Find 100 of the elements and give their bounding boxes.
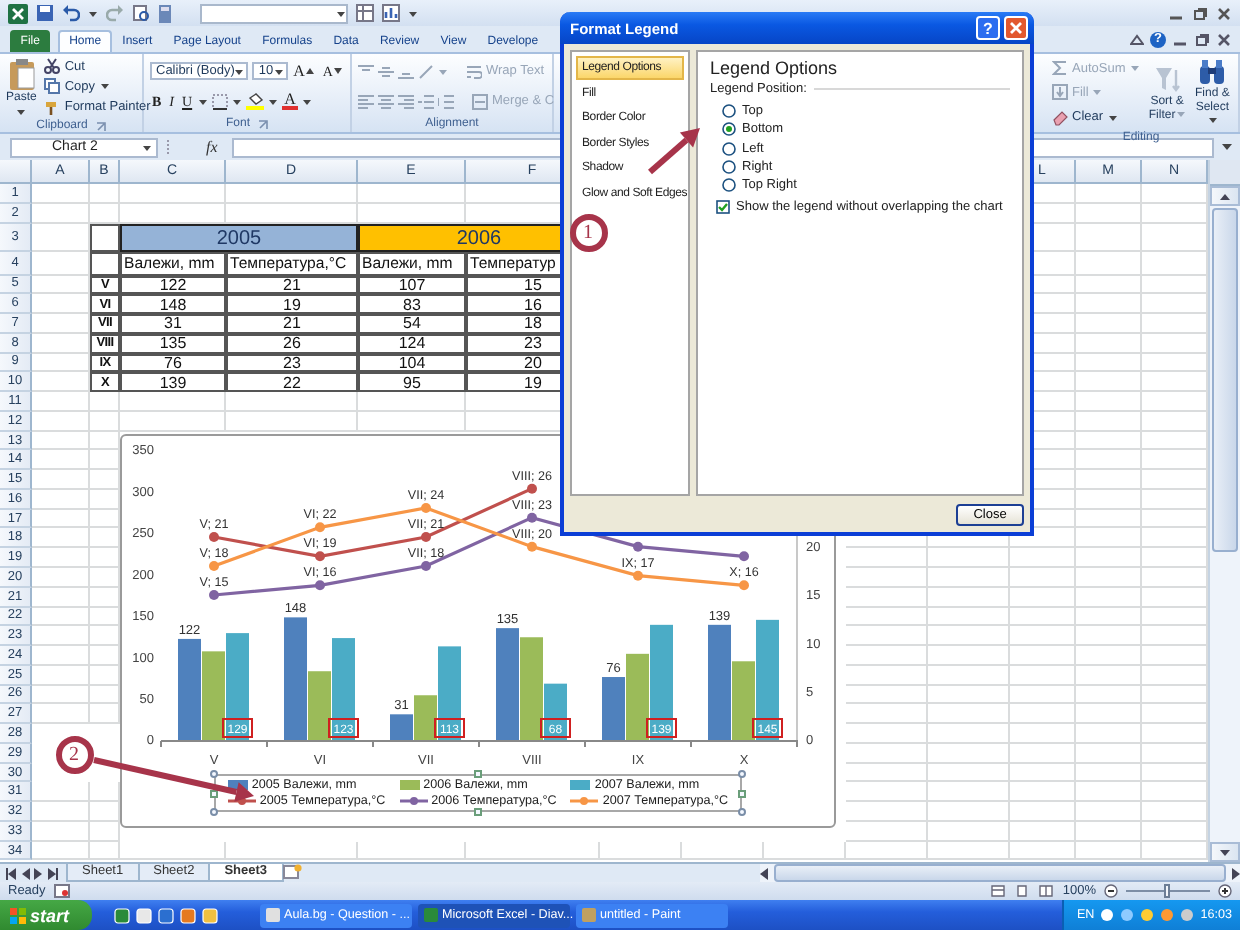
sheet-cell[interactable] [1076, 431, 1142, 451]
sheet-nav-arrow-icon[interactable] [6, 867, 16, 879]
sheet-cell[interactable] [1010, 841, 1076, 861]
sheet-cell[interactable] [1076, 392, 1142, 412]
radio-button[interactable] [722, 160, 736, 175]
selection-handle[interactable] [738, 789, 747, 797]
sheet-cell[interactable] [928, 802, 1010, 822]
sheet-cell[interactable] [846, 626, 928, 647]
sheet-cell[interactable] [1010, 567, 1076, 588]
sheet-cell[interactable] [1076, 275, 1142, 295]
sheet-cell[interactable] [846, 802, 928, 822]
checkbox[interactable] [716, 200, 730, 215]
sheet-cell[interactable] [1076, 450, 1142, 471]
page-layout-icon[interactable] [1014, 884, 1031, 898]
sheet-cell[interactable] [32, 587, 90, 608]
sheet-cell[interactable] [32, 392, 90, 412]
sheet-cell[interactable] [32, 431, 90, 451]
selection-handle[interactable] [738, 808, 747, 816]
sheet-cell[interactable] [846, 782, 928, 803]
sheet-cell[interactable] [1076, 470, 1142, 490]
insert-sheet-icon[interactable] [281, 864, 302, 880]
expand-icon[interactable] [1220, 140, 1234, 154]
sheet-cell[interactable] [1076, 704, 1142, 725]
sheet-cell[interactable] [928, 665, 1010, 686]
sheet-cell[interactable] [32, 802, 90, 822]
sheet-cell[interactable] [32, 204, 90, 224]
sheet-cell[interactable] [928, 646, 1010, 666]
close-button[interactable] [1004, 16, 1028, 40]
dialog-launcher-icon[interactable] [95, 121, 106, 131]
zoom-out-icon[interactable] [1104, 884, 1118, 898]
zoom-in-icon[interactable] [1218, 884, 1232, 898]
selection-handle[interactable] [474, 770, 482, 778]
sheet-cell[interactable] [1076, 314, 1142, 334]
sheet-cell[interactable] [120, 841, 226, 861]
sheet-cell[interactable] [846, 685, 928, 705]
sheet-cell[interactable] [90, 411, 120, 432]
dialog-launcher-icon[interactable] [258, 119, 268, 129]
sheet-cell[interactable] [846, 646, 928, 666]
print-preview-icon[interactable] [132, 4, 150, 22]
sheet-cell[interactable] [1010, 782, 1076, 803]
sheet-cell[interactable] [1010, 646, 1076, 666]
redo-icon[interactable] [106, 4, 124, 22]
sheet-cell[interactable] [1076, 607, 1142, 627]
scroll-left-icon[interactable] [760, 867, 770, 879]
sheet-cell[interactable] [90, 821, 120, 842]
sheet-cell[interactable] [1076, 821, 1142, 842]
calculator-icon[interactable] [158, 3, 172, 23]
sheet-cell[interactable] [1076, 724, 1142, 744]
sheet-cell[interactable] [32, 841, 90, 861]
sheet-cell[interactable] [1010, 548, 1076, 568]
sheet-cell[interactable] [32, 450, 90, 471]
sheet-cell[interactable] [32, 489, 90, 510]
sheet-cell[interactable] [120, 184, 226, 204]
sheet-cell[interactable] [1076, 509, 1142, 529]
radio-button[interactable] [722, 178, 736, 193]
selection-handle[interactable] [738, 770, 747, 778]
sheet-cell[interactable] [928, 587, 1010, 608]
sheet-cell[interactable] [846, 743, 928, 764]
sheet-cell[interactable] [32, 528, 90, 549]
normal-view-icon[interactable] [990, 884, 1007, 898]
sheet-cell[interactable] [32, 665, 90, 686]
sheet-cell[interactable] [1076, 204, 1142, 224]
sheet-cell[interactable] [32, 821, 90, 842]
sheet-cell[interactable] [32, 782, 90, 803]
sheet-cell[interactable] [764, 841, 846, 861]
sheet-cell[interactable] [1076, 646, 1142, 666]
sheet-cell[interactable] [1010, 802, 1076, 822]
sheet-cell[interactable] [1076, 548, 1142, 568]
sheet-cell[interactable] [1076, 626, 1142, 647]
sheet-cell[interactable] [358, 184, 466, 204]
table-icon[interactable] [356, 4, 374, 22]
spreadsheet-logo-icon[interactable] [8, 3, 28, 23]
sheet-cell[interactable] [32, 646, 90, 666]
sheet-cell[interactable] [1010, 724, 1076, 744]
sheet-cell[interactable] [846, 841, 928, 861]
sheet-cell[interactable] [1076, 294, 1142, 315]
sheet-cell[interactable] [846, 704, 928, 725]
sheet-cell[interactable] [846, 724, 928, 744]
sheet-cell[interactable] [1010, 763, 1076, 783]
sheet-cell[interactable] [226, 184, 358, 204]
help-button[interactable]: ? [976, 16, 1000, 40]
borders-icon[interactable] [212, 93, 229, 109]
sheet-cell[interactable] [1010, 685, 1076, 705]
sheet-cell[interactable] [1076, 587, 1142, 608]
chart-area[interactable] [120, 434, 836, 828]
sheet-cell[interactable] [846, 665, 928, 686]
sheet-cell[interactable] [600, 841, 682, 861]
sheet-cell[interactable] [846, 587, 928, 608]
record-macro-icon[interactable] [53, 884, 70, 898]
restore-icon[interactable] [1194, 32, 1210, 48]
fill-color-icon[interactable] [246, 92, 265, 110]
sheet-cell[interactable] [120, 411, 226, 432]
sheet-cell[interactable] [1076, 802, 1142, 822]
sheet-cell[interactable] [1010, 607, 1076, 627]
scroll-up-button[interactable] [1210, 186, 1240, 206]
select-all-button[interactable] [0, 160, 32, 184]
sheet-cell[interactable] [358, 411, 466, 432]
sheet-cell[interactable] [1010, 704, 1076, 725]
sheet-cell[interactable] [1076, 782, 1142, 803]
close-icon[interactable] [1216, 32, 1232, 48]
